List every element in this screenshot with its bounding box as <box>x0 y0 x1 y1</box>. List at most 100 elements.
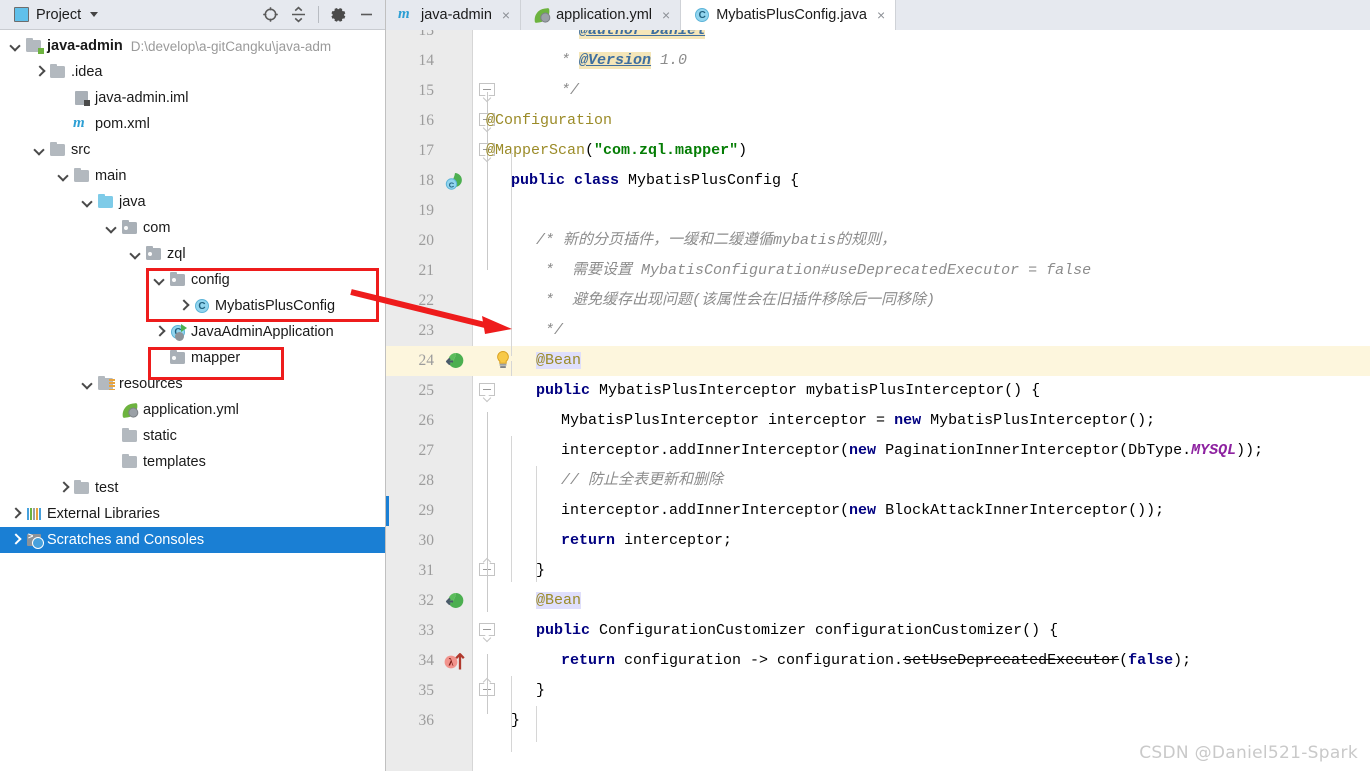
close-icon[interactable]: × <box>877 7 885 23</box>
code-line-14[interactable]: * @Version 1.0 <box>472 46 1370 76</box>
tree-row-config[interactable]: config <box>0 267 385 293</box>
code-text-area[interactable]: * @author Daniel * @Version 1.0 */@Configu… <box>472 30 1370 771</box>
code-line-20[interactable]: /* 新的分页插件，一缓和二缓遵循mybatis的规则， <box>472 226 1370 256</box>
chevron-down-icon[interactable] <box>10 40 22 52</box>
tree-row-java-admin[interactable]: java-admin D:\develop\a-gitCangku\java-ad… <box>0 33 385 59</box>
code-line-31[interactable]: } <box>472 556 1370 586</box>
collapse-all-icon[interactable] <box>290 6 307 23</box>
code-line-25[interactable]: public MybatisPlusInterceptor mybatisPlu… <box>472 376 1370 406</box>
line-number: 14 <box>418 52 435 69</box>
tree-row-javaadminapplication[interactable]: C JavaAdminApplication <box>0 319 385 345</box>
editor-tab-label: MybatisPlusConfig.java <box>716 7 867 23</box>
chevron-down-icon[interactable] <box>130 248 142 260</box>
tree-row-java-admin-iml[interactable]: java-admin.iml <box>0 85 385 111</box>
code-token: @author Daniel <box>579 30 706 39</box>
lambda-gutter-icon[interactable]: λ <box>443 651 465 671</box>
code-token: @Configuration <box>486 112 613 129</box>
code-line-27[interactable]: interceptor.addInnerInterceptor(new Pagi… <box>472 436 1370 466</box>
code-line-18[interactable]: public class MybatisPlusConfig { <box>472 166 1370 196</box>
project-tree[interactable]: java-admin D:\develop\a-gitCangku\java-ad… <box>0 30 385 553</box>
tree-row-scratches-and-consoles[interactable]: Scratches and Consoles <box>0 527 385 553</box>
code-line-30[interactable]: return interceptor; <box>472 526 1370 556</box>
project-title-group[interactable]: Project <box>0 7 99 23</box>
code-token: ( <box>1119 652 1129 669</box>
code-line-21[interactable]: * 需要设置 MybatisConfiguration#useDeprecate… <box>472 256 1370 286</box>
code-line-28[interactable]: // 防止全表更新和删除 <box>472 466 1370 496</box>
code-line-15[interactable]: */ <box>472 76 1370 106</box>
chevron-right-icon[interactable] <box>10 508 22 520</box>
code-token: } <box>511 712 521 729</box>
chevron-right-icon[interactable] <box>34 66 46 78</box>
code-line-34[interactable]: return configuration -> configuration.se… <box>472 646 1370 676</box>
code-line-36[interactable]: } <box>472 706 1370 736</box>
code-token: * <box>561 30 580 39</box>
tree-row-static[interactable]: static <box>0 423 385 449</box>
chevron-right-icon[interactable] <box>10 534 22 546</box>
tree-row--idea[interactable]: .idea <box>0 59 385 85</box>
chevron-down-icon[interactable] <box>154 274 166 286</box>
code-line-13[interactable]: * @author Daniel <box>472 30 1370 46</box>
spring-bean-gutter-icon[interactable] <box>443 591 465 611</box>
chevron-down-icon[interactable] <box>82 378 94 390</box>
code-line-32[interactable]: @Bean <box>472 586 1370 616</box>
line-number: 22 <box>418 292 435 309</box>
editor-tab-mybatisplusconfig-java[interactable]: C MybatisPlusConfig.java × <box>681 0 897 30</box>
code-line-16[interactable]: @Configuration <box>472 106 1370 136</box>
close-icon[interactable]: × <box>502 7 510 23</box>
locate-icon[interactable] <box>262 6 279 23</box>
code-line-24[interactable]: @Bean <box>472 346 1370 376</box>
chevron-right-icon[interactable] <box>154 326 166 338</box>
editor-tab-label: application.yml <box>556 7 653 23</box>
vcs-change-marker[interactable] <box>386 496 389 526</box>
code-line-35[interactable]: } <box>472 676 1370 706</box>
tree-row-main[interactable]: main <box>0 163 385 189</box>
tree-row-zql[interactable]: zql <box>0 241 385 267</box>
chevron-down-icon[interactable] <box>106 222 118 234</box>
chevron-down-icon[interactable] <box>90 12 99 17</box>
tree-row-src[interactable]: src <box>0 137 385 163</box>
settings-gear-icon[interactable] <box>330 6 347 23</box>
code-line-17[interactable]: @MapperScan("com.zql.mapper") <box>472 136 1370 166</box>
tree-row-mybatisplusconfig[interactable]: C MybatisPlusConfig <box>0 293 385 319</box>
chevron-down-icon[interactable] <box>58 170 70 182</box>
code-token: new <box>894 412 931 429</box>
tree-row-external-libraries[interactable]: External Libraries <box>0 501 385 527</box>
code-line-29[interactable]: interceptor.addInnerInterceptor(new Bloc… <box>472 496 1370 526</box>
line-number: 23 <box>418 322 435 339</box>
package-folder-icon <box>169 271 187 288</box>
tree-row-java[interactable]: java <box>0 189 385 215</box>
code-editor[interactable]: 13 14 15 16 17 18 19 20 21 22 23 24 25 26 27 28 29 30 31 32… <box>386 30 1370 771</box>
code-token: ( <box>585 142 595 159</box>
code-line-23[interactable]: */ <box>472 316 1370 346</box>
editor-tab-application-yml[interactable]: application.yml × <box>521 0 682 30</box>
tree-row-pom-xml[interactable]: m pom.xml <box>0 111 385 137</box>
close-icon[interactable]: × <box>662 7 670 23</box>
spring-class-gutter-icon[interactable]: C <box>443 171 465 191</box>
editor-tab-label: java-admin <box>421 7 492 23</box>
editor-tab-java-admin[interactable]: m java-admin × <box>386 0 522 30</box>
tree-row-mapper[interactable]: mapper <box>0 345 385 371</box>
minimize-icon[interactable] <box>358 6 375 23</box>
csdn-watermark: CSDN @Daniel521-Spark <box>1139 743 1358 763</box>
code-line-33[interactable]: public ConfigurationCustomizer configura… <box>472 616 1370 646</box>
tree-row-label: java-admin.iml <box>95 90 189 106</box>
chevron-right-icon[interactable] <box>58 482 70 494</box>
code-token: MYSQL <box>1191 442 1237 459</box>
tree-row-test[interactable]: test <box>0 475 385 501</box>
intention-bulb-icon[interactable] <box>494 350 512 370</box>
tree-row-resources[interactable]: resources <box>0 371 385 397</box>
tree-row-com[interactable]: com <box>0 215 385 241</box>
tree-row-templates[interactable]: templates <box>0 449 385 475</box>
spring-bean-gutter-icon[interactable] <box>443 351 465 371</box>
gutter-icon-column[interactable]: Cλ <box>442 30 472 771</box>
code-line-26[interactable]: MybatisPlusInterceptor interceptor = new… <box>472 406 1370 436</box>
chevron-right-icon[interactable] <box>178 300 190 312</box>
chevron-down-icon[interactable] <box>34 144 46 156</box>
code-line-19[interactable] <box>472 196 1370 226</box>
indent-guide <box>511 436 512 582</box>
code-line-22[interactable]: * 避免缓存出现问题(该属性会在旧插件移除后一同移除) <box>472 286 1370 316</box>
chevron-down-icon[interactable] <box>82 196 94 208</box>
tree-row-application-yml[interactable]: application.yml <box>0 397 385 423</box>
ide-window: Project java-admin D:\develop\a-gitCangk… <box>0 0 1370 771</box>
